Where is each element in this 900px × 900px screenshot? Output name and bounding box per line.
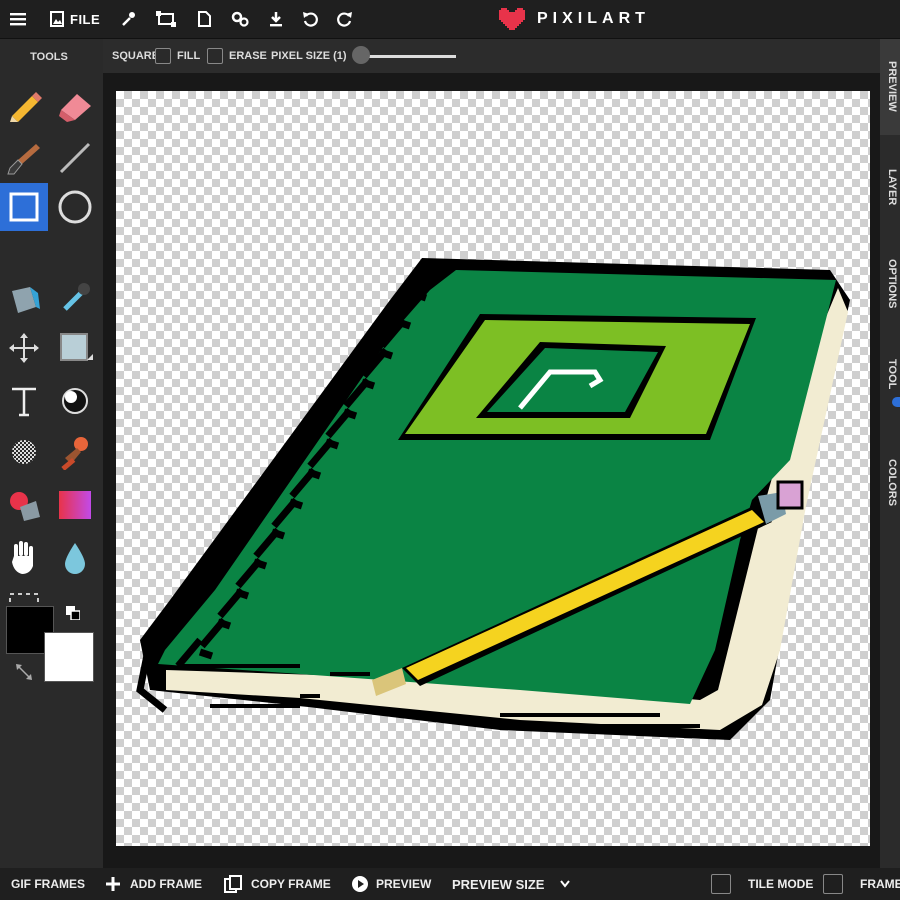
drawing-canvas[interactable] <box>116 91 870 846</box>
swap-colors-icon[interactable] <box>66 606 81 621</box>
stamp-icon <box>61 437 88 470</box>
text-icon <box>12 387 36 417</box>
download-icon[interactable] <box>268 0 284 38</box>
copy-frame-label: COPY FRAME <box>251 877 331 891</box>
resize-icon[interactable] <box>155 0 177 38</box>
secondary-color-swatch[interactable] <box>44 632 94 682</box>
slider-track <box>360 55 456 58</box>
brush-tool[interactable] <box>0 134 48 182</box>
brush-icon <box>7 144 40 175</box>
hand-tool[interactable] <box>0 534 48 582</box>
tool-options-bar: SQUARE: FILL ERASE PIXEL SIZE (1) <box>103 39 883 73</box>
frames-box[interactable] <box>823 874 843 894</box>
lighten-tool[interactable] <box>51 377 99 425</box>
gif-frames-label: GIF FRAMES <box>11 877 85 891</box>
tool-tab-indicator <box>892 397 900 407</box>
stamp-tool[interactable] <box>51 428 99 476</box>
undo-icon[interactable] <box>302 0 318 38</box>
ellipse-icon <box>58 190 92 224</box>
select-fill-tool[interactable] <box>51 324 99 372</box>
slider-handle[interactable] <box>352 46 370 64</box>
dither-icon <box>12 440 36 464</box>
line-icon <box>59 142 91 174</box>
pencil-eraser <box>776 480 804 510</box>
pixel-heart-icon <box>499 8 525 30</box>
reset-colors-icon[interactable] <box>14 662 34 682</box>
menu-icon[interactable] <box>6 0 30 38</box>
tools-title: TOOLS <box>30 51 68 63</box>
tab-options[interactable]: OPTIONS <box>880 239 900 335</box>
frames-checkbox[interactable]: FRAMES <box>823 868 900 900</box>
redo-icon[interactable] <box>337 0 353 38</box>
notebook-artwork <box>136 258 850 740</box>
new-file-icon[interactable] <box>196 0 212 38</box>
preview-button[interactable]: PREVIEW <box>352 868 431 900</box>
rectangle-tool[interactable] <box>0 183 48 231</box>
right-side-panel: PREVIEW LAYER OPTIONS TOOL COLORS <box>880 39 900 868</box>
bottom-frames-bar: GIF FRAMES ADD FRAME COPY FRAME PREVIEW … <box>0 868 900 900</box>
gradient-icon <box>59 491 91 519</box>
plus-icon <box>106 877 120 891</box>
erase-checkbox[interactable]: ERASE <box>207 39 267 73</box>
tab-layer[interactable]: LAYER <box>880 139 900 235</box>
fill-checkbox[interactable]: FILL <box>155 39 200 73</box>
color-replace-icon <box>10 492 40 521</box>
pixilart-logo[interactable]: PIXILART <box>497 5 650 33</box>
dither-tool[interactable] <box>0 428 48 476</box>
water-drop-icon <box>65 543 85 574</box>
tile-mode-label: TILE MODE <box>748 877 814 891</box>
eyedropper-tool[interactable] <box>51 273 99 321</box>
paint-bucket-icon <box>12 287 40 313</box>
pixel-size-label: PIXEL SIZE (1) <box>271 50 347 62</box>
chevron-down-icon <box>560 880 571 888</box>
copy-frame-button[interactable]: COPY FRAME <box>224 868 331 900</box>
pencil-icon <box>10 92 42 122</box>
lighten-icon <box>62 388 88 414</box>
add-frame-label: ADD FRAME <box>130 877 202 891</box>
tile-mode-box[interactable] <box>711 874 731 894</box>
image-file-icon <box>50 11 64 27</box>
eyedropper-tool-icon <box>63 283 90 311</box>
eraser-tool[interactable] <box>51 80 99 128</box>
play-icon <box>352 876 368 892</box>
blur-tool[interactable] <box>51 534 99 582</box>
pixel-size-slider[interactable] <box>352 39 456 73</box>
pencil-tool[interactable] <box>0 80 48 128</box>
erase-label: ERASE <box>229 50 267 62</box>
move-icon <box>9 333 39 363</box>
frames-label: FRAMES <box>860 877 900 891</box>
top-toolbar: FILE PIXILART <box>0 0 900 39</box>
tab-preview[interactable]: PREVIEW <box>880 39 900 135</box>
logo-text: PIXILART <box>537 10 650 27</box>
move-tool[interactable] <box>0 324 48 372</box>
ellipse-tool[interactable] <box>51 183 99 231</box>
tab-colors[interactable]: COLORS <box>880 439 900 535</box>
line-tool[interactable] <box>51 134 99 182</box>
tab-tool[interactable]: TOOL <box>880 339 900 435</box>
settings-icon[interactable] <box>230 0 250 38</box>
text-tool[interactable] <box>0 377 48 425</box>
eyedropper-icon[interactable] <box>118 0 138 38</box>
fill-checkbox-box[interactable] <box>155 48 171 64</box>
fill-label: FILL <box>177 50 201 62</box>
color-replace-tool[interactable] <box>0 481 48 529</box>
fill-square-icon <box>60 333 93 361</box>
file-menu-label: FILE <box>70 11 101 27</box>
copy-icon <box>224 875 242 893</box>
preview-size-dropdown[interactable]: PREVIEW SIZE <box>452 868 571 900</box>
preview-size-label: PREVIEW SIZE <box>452 876 545 892</box>
gradient-tool[interactable] <box>51 481 99 529</box>
paint-bucket-tool[interactable] <box>0 273 48 321</box>
tile-mode-checkbox[interactable]: TILE MODE <box>711 868 813 900</box>
preview-label: PREVIEW <box>376 877 432 891</box>
file-menu-button[interactable]: FILE <box>50 0 100 38</box>
erase-checkbox-box[interactable] <box>207 48 223 64</box>
add-frame-button[interactable]: ADD FRAME <box>106 868 202 900</box>
hand-icon <box>12 541 33 574</box>
eraser-icon <box>59 94 91 122</box>
tools-panel: TOOLS <box>0 39 103 868</box>
rectangle-icon <box>9 192 39 222</box>
